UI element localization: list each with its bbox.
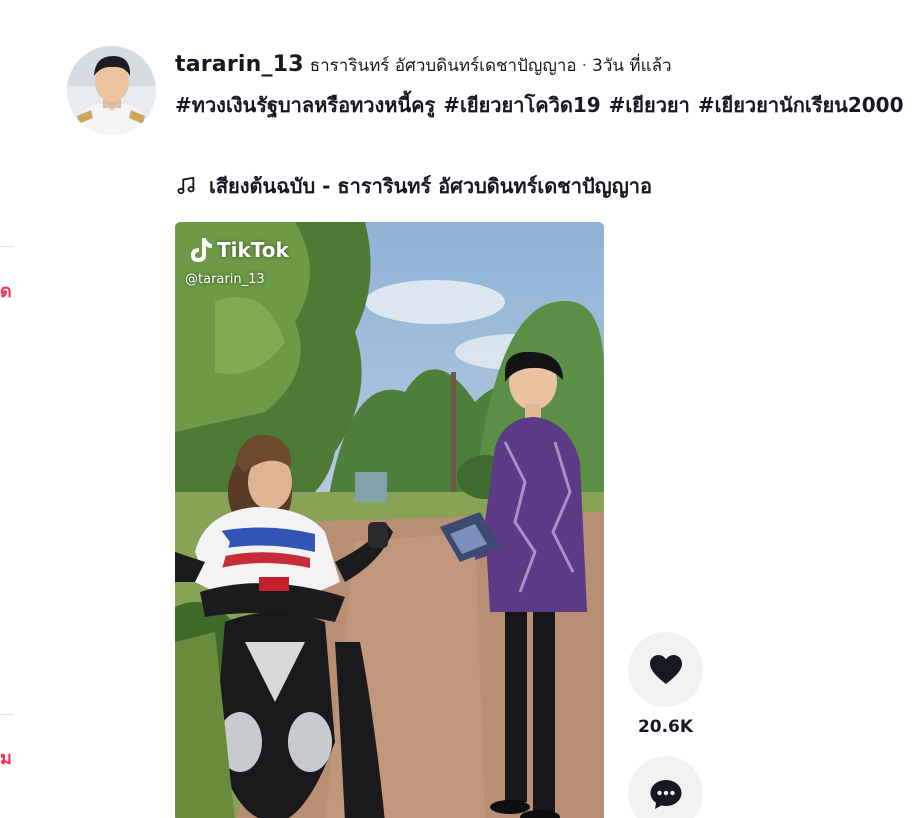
hashtag-link[interactable]: #เยียวยาโควิด19 [443,93,600,117]
sidebar-follow-text[interactable]: ม [0,743,20,772]
tiktok-brand-text: TikTok [217,238,289,262]
watermark-handle: @tararin_13 [185,272,265,287]
sidebar-divider [0,246,14,247]
video-frame [175,222,604,818]
video-player[interactable]: TikTok @tararin_13 [175,222,604,818]
comment-button[interactable] [628,756,703,818]
post-caption: #ทวงเงินรัฐบาลหรือทวงหนี้ครู #เยียวยาโควิ… [175,89,913,122]
hashtag-link[interactable]: #เยียวยานักเรียน2000 [698,93,904,117]
left-sidebar-edge: ด ม [0,0,20,818]
hashtag-link[interactable]: #ทวงเงินรัฐบาลหรือทวงหนี้ครู [175,93,435,117]
hashtag-link[interactable]: #เยียวยา [609,93,690,117]
avatar[interactable] [67,46,156,135]
music-note-icon [177,176,195,195]
avatar-image [67,46,156,135]
like-button[interactable] [628,632,703,707]
music-title: เสียงต้นฉบับ - ธารารินทร์ อัศวบดินทร์เดช… [209,174,653,198]
post-header: tararin_13 ธารารินทร์ อัศวบดินทร์เดชาปัญ… [175,52,672,79]
tiktok-logo-icon [191,238,212,262]
tiktok-watermark: TikTok [187,236,289,264]
music-link[interactable]: เสียงต้นฉบับ - ธารารินทร์ อัศวบดินทร์เดช… [175,170,652,202]
comment-icon [650,779,681,809]
sidebar-divider [0,714,14,715]
like-count: 20.6K [637,717,694,737]
username-link[interactable]: tararin_13 [175,52,304,77]
nickname[interactable]: ธารารินทร์ อัศวบดินทร์เดชาปัญญาอ [310,52,577,79]
heart-icon [649,654,682,684]
sidebar-follow-text[interactable]: ด [0,276,20,305]
separator-dot: · [581,56,588,76]
post-time: 3วัน ที่แล้ว [592,56,672,76]
